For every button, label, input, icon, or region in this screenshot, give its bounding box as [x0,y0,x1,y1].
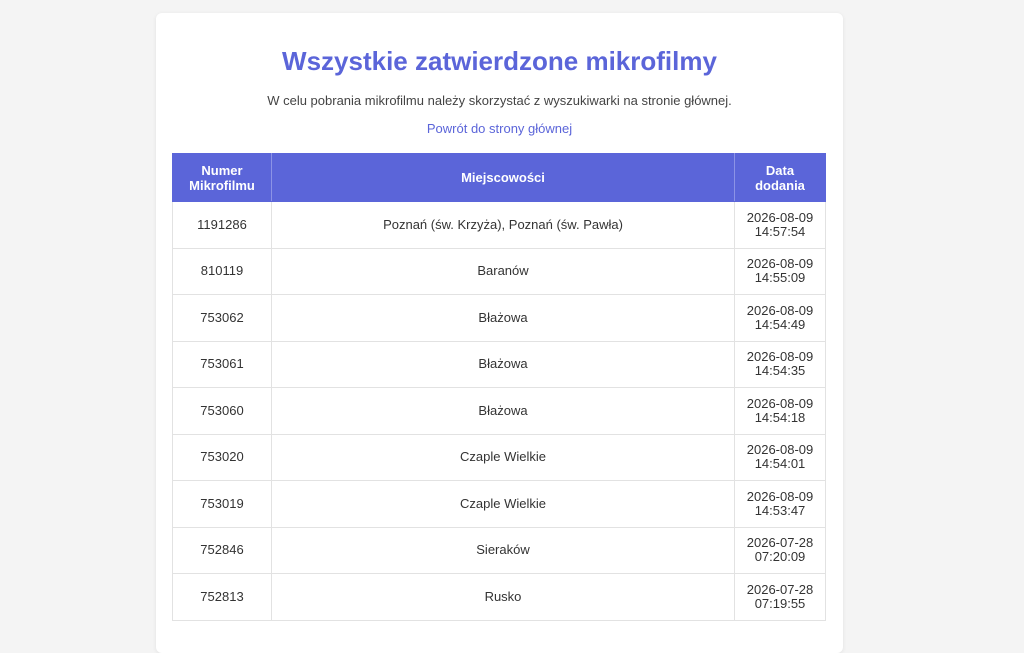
time-text: 14:54:35 [754,363,806,379]
date-text: 2026-08-09 [746,442,814,458]
time-text: 14:54:18 [754,409,806,425]
cell-number: 752813 [172,573,272,621]
time-text: 14:54:01 [754,456,806,472]
cell-date: 2026-07-28 07:19:55 [734,573,826,621]
cell-date: 2026-08-09 14:53:47 [734,480,826,528]
cell-number: 753020 [172,433,272,481]
cell-number: 1191286 [172,201,272,249]
cell-number: 810119 [172,247,272,295]
table-row: 753060 Błażowa 2026-08-09 14:54:18 [172,387,826,435]
page-title: Wszystkie zatwierdzone mikrofilmy [282,46,717,76]
time-text: 14:57:54 [754,223,806,239]
cell-places: Błażowa [271,340,735,388]
date-text: 2026-07-28 [746,581,814,597]
page-subtitle: W celu pobrania mikrofilmu należy skorzy… [267,93,732,108]
cell-places: Poznań (św. Krzyża), Poznań (św. Pawła) [271,201,735,249]
cell-date: 2026-08-09 14:54:18 [734,387,826,435]
column-header-date[interactable]: Data dodania [734,153,826,202]
cell-places: Rusko [271,573,735,621]
cell-places: Sieraków [271,526,735,574]
time-text: 07:20:09 [754,549,806,565]
date-text: 2026-08-09 [746,256,814,272]
cell-number: 753060 [172,387,272,435]
table-row: 753062 Błażowa 2026-08-09 14:54:49 [172,294,826,342]
cell-places: Błażowa [271,294,735,342]
cell-date: 2026-08-09 14:55:09 [734,247,826,295]
date-text: 2026-08-09 [746,349,814,365]
table-row: 753019 Czaple Wielkie 2026-08-09 14:53:47 [172,480,826,528]
date-text: 2026-08-09 [746,395,814,411]
date-text: 2026-08-09 [746,209,814,225]
back-to-home-link[interactable]: Powrót do strony głównej [400,121,600,137]
time-text: 07:19:55 [754,595,806,611]
table-header-row: Numer Mikrofilmu Miejscowości Data dodan… [172,153,826,202]
cell-date: 2026-08-09 14:57:54 [734,201,826,249]
table-row: 752846 Sieraków 2026-07-28 07:20:09 [172,526,826,574]
cell-date: 2026-08-09 14:54:49 [734,294,826,342]
cell-number: 753019 [172,480,272,528]
cell-places: Czaple Wielkie [271,433,735,481]
column-header-places[interactable]: Miejscowości [271,153,735,202]
cell-places: Czaple Wielkie [271,480,735,528]
table-row: 1191286 Poznań (św. Krzyża), Poznań (św.… [172,201,826,249]
table-row: 752813 Rusko 2026-07-28 07:19:55 [172,573,826,621]
cell-places: Błażowa [271,387,735,435]
cell-places: Baranów [271,247,735,295]
table-row: 810119 Baranów 2026-08-09 14:55:09 [172,247,826,295]
cell-date: 2026-07-28 07:20:09 [734,526,826,574]
column-header-number[interactable]: Numer Mikrofilmu [172,153,272,202]
cell-date: 2026-08-09 14:54:01 [734,433,826,481]
time-text: 14:55:09 [754,270,806,286]
microfilms-table: Numer Mikrofilmu Miejscowości Data dodan… [172,153,826,621]
cell-number: 753062 [172,294,272,342]
content-card: Wszystkie zatwierdzone mikrofilmy W celu… [156,13,843,653]
time-text: 14:54:49 [754,316,806,332]
time-text: 14:53:47 [754,502,806,518]
date-text: 2026-08-09 [746,488,814,504]
table-row: 753061 Błażowa 2026-08-09 14:54:35 [172,340,826,388]
table-row: 753020 Czaple Wielkie 2026-08-09 14:54:01 [172,433,826,481]
cell-number: 753061 [172,340,272,388]
cell-date: 2026-08-09 14:54:35 [734,340,826,388]
date-text: 2026-07-28 [746,535,814,551]
date-text: 2026-08-09 [746,302,814,318]
cell-number: 752846 [172,526,272,574]
